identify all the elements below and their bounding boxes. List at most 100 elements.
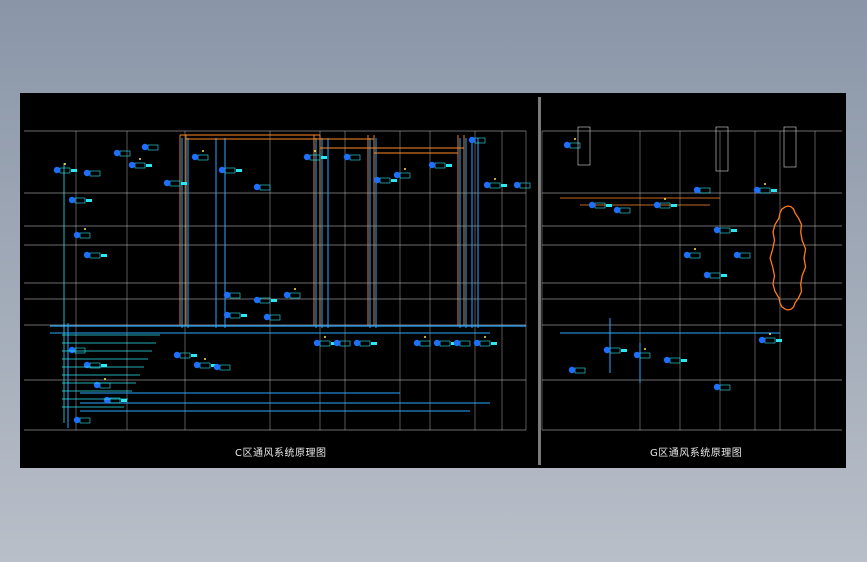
fan-icon (453, 339, 461, 347)
fan-icon (283, 291, 291, 299)
equipment-box (89, 170, 101, 177)
fan-icon (213, 363, 221, 371)
fan-icon (113, 149, 121, 157)
equipment-box (439, 340, 451, 347)
equipment-box (709, 272, 721, 279)
equipment-box (434, 162, 446, 169)
fan-icon (223, 291, 231, 299)
fan-icon (128, 161, 136, 169)
fan-icon (563, 141, 571, 149)
fan-icon (613, 206, 621, 214)
equipment-box (479, 340, 491, 347)
highlighted-region-outline (769, 205, 807, 311)
fan-icon (313, 339, 321, 347)
damper-icon (321, 156, 327, 159)
damper-icon (391, 179, 397, 182)
sensor-icon (324, 336, 326, 338)
equipment-box (764, 337, 776, 344)
fan-icon (653, 201, 661, 209)
fan-icon (193, 361, 201, 369)
equipment-box (609, 347, 621, 354)
damper-icon (146, 164, 152, 167)
damper-icon (371, 342, 377, 345)
fan-icon (393, 171, 401, 179)
damper-icon (681, 359, 687, 362)
equipment-box (594, 202, 606, 209)
fan-icon (223, 311, 231, 319)
equipment-box (474, 137, 486, 144)
equipment-box (199, 362, 211, 369)
fan-icon (483, 181, 491, 189)
fan-icon (173, 351, 181, 359)
equipment-box (379, 177, 391, 184)
fan-icon (413, 339, 421, 347)
fan-icon (468, 136, 476, 144)
equipment-box (269, 314, 281, 321)
damper-icon (236, 169, 242, 172)
fan-icon (373, 176, 381, 184)
equipment-box (74, 197, 86, 204)
fan-icon (191, 153, 199, 161)
fan-icon (693, 186, 701, 194)
equipment-box (619, 207, 631, 214)
left-drawing-title: C区通风系统原理图 (235, 448, 327, 459)
equipment-box (489, 182, 501, 189)
equipment-box (574, 367, 586, 374)
sensor-icon (314, 150, 316, 152)
equipment-box (689, 252, 701, 259)
sensor-icon (84, 228, 86, 230)
fan-icon (263, 313, 271, 321)
fan-icon (603, 346, 611, 354)
damper-icon (191, 354, 197, 357)
equipment-box (119, 150, 131, 157)
damper-icon (86, 199, 92, 202)
fan-icon (53, 166, 61, 174)
fan-icon (83, 169, 91, 177)
fan-icon (218, 166, 226, 174)
damper-icon (501, 184, 507, 187)
equipment-box (699, 187, 711, 194)
equipment-box (134, 162, 146, 169)
sensor-icon (64, 163, 66, 165)
damper-icon (446, 164, 452, 167)
fan-icon (353, 339, 361, 347)
equipment-box (79, 232, 91, 239)
equipment-box (197, 154, 209, 161)
damper-icon (491, 342, 497, 345)
cad-viewport[interactable]: C区通风系统原理图 G区通风系统原理图 (20, 93, 846, 468)
damper-icon (731, 229, 737, 232)
sensor-icon (139, 158, 141, 160)
damper-icon (776, 339, 782, 342)
damper-icon (71, 169, 77, 172)
equipment-box (89, 252, 101, 259)
equipment-box (74, 347, 86, 354)
equipment-box (519, 182, 531, 189)
damper-icon (671, 204, 677, 207)
equipment-box (719, 227, 731, 234)
sensor-icon (424, 336, 426, 338)
equipment-box (229, 312, 241, 319)
sensor-icon (694, 248, 696, 250)
fan-icon (753, 186, 761, 194)
ventilation-schematic (24, 126, 842, 431)
air-handling-unit (715, 126, 729, 172)
damper-icon (606, 204, 612, 207)
damper-icon (621, 349, 627, 352)
equipment-box (147, 144, 159, 151)
equipment-box (229, 292, 241, 299)
air-handling-unit (783, 126, 797, 168)
equipment-box (224, 167, 236, 174)
fan-icon (568, 366, 576, 374)
sensor-icon (664, 198, 666, 200)
fan-icon (343, 153, 351, 161)
equipment-box (669, 357, 681, 364)
fan-icon (758, 336, 766, 344)
equipment-box (359, 340, 371, 347)
sensor-icon (202, 150, 204, 152)
equipment-box (79, 417, 91, 424)
section-divider (538, 97, 541, 465)
sensor-icon (574, 138, 576, 140)
equipment-box (99, 382, 111, 389)
fan-icon (73, 231, 81, 239)
equipment-box (169, 180, 181, 187)
